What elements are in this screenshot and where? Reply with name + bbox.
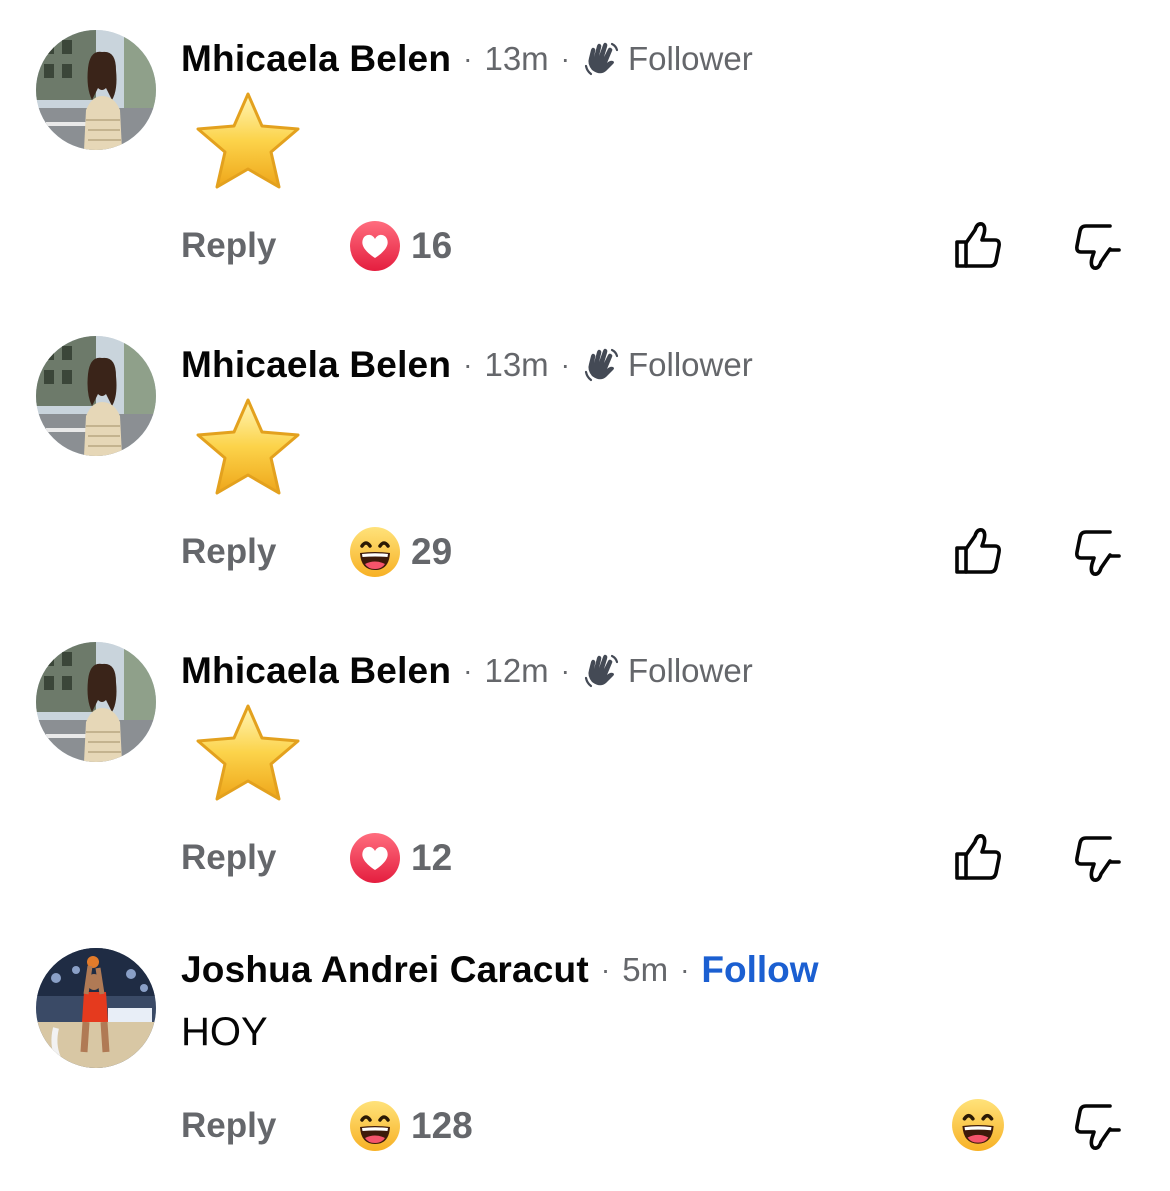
thumbs-up-icon[interactable] xyxy=(951,830,1005,884)
reaction-summary[interactable]: 29 xyxy=(349,524,452,580)
haha-reaction-icon[interactable] xyxy=(951,1098,1005,1152)
reaction-count: 16 xyxy=(411,225,453,266)
star-emoji xyxy=(194,90,302,190)
reaction-count: 12 xyxy=(411,837,453,878)
thumbs-down-icon[interactable] xyxy=(1071,526,1125,580)
follower-badge-label: Follower xyxy=(628,40,753,77)
separator-dot: · xyxy=(600,954,611,985)
follow-button[interactable]: Follow xyxy=(701,949,818,991)
separator-dot: · xyxy=(463,43,473,74)
timestamp[interactable]: 13m xyxy=(484,346,548,384)
comment-actions: Reply 12 xyxy=(181,830,1131,886)
wave-hand-icon xyxy=(582,40,620,78)
haha-reaction-icon xyxy=(349,526,401,578)
comment-actions: Reply 128 xyxy=(181,1098,1131,1154)
thumbs-up-icon[interactable] xyxy=(951,218,1005,272)
thumbs-up-icon[interactable] xyxy=(951,524,1005,578)
star-emoji xyxy=(194,396,302,496)
thumbs-down-icon[interactable] xyxy=(1071,832,1125,886)
avatar[interactable] xyxy=(36,642,156,762)
wave-hand-icon xyxy=(582,652,620,690)
reply-button[interactable]: Reply xyxy=(181,226,276,266)
comment-actions: Reply 16 xyxy=(181,218,1131,274)
haha-reaction-icon xyxy=(349,1100,401,1152)
author-name[interactable]: Joshua Andrei Caracut xyxy=(181,949,589,991)
comment-header: Mhicaela Belen · 13m · Follower xyxy=(181,34,753,84)
author-name[interactable]: Mhicaela Belen xyxy=(181,344,451,386)
love-reaction-icon xyxy=(349,220,401,272)
reaction-summary[interactable]: 128 xyxy=(349,1098,473,1154)
avatar[interactable] xyxy=(36,30,156,150)
comment-header: Mhicaela Belen · 13m · Follower xyxy=(181,340,753,390)
reply-button[interactable]: Reply xyxy=(181,838,276,878)
timestamp[interactable]: 12m xyxy=(484,652,548,690)
timestamp[interactable]: 13m xyxy=(484,40,548,78)
avatar-image xyxy=(36,30,156,150)
wave-hand-icon xyxy=(582,346,620,384)
reply-button[interactable]: Reply xyxy=(181,1106,276,1146)
author-name[interactable]: Mhicaela Belen xyxy=(181,38,451,80)
follower-badge-label: Follower xyxy=(628,346,753,383)
star-emoji xyxy=(194,702,302,802)
reaction-summary[interactable]: 12 xyxy=(349,830,452,886)
avatar-image xyxy=(36,948,156,1068)
reaction-count: 29 xyxy=(411,531,453,572)
avatar-image xyxy=(36,642,156,762)
reaction-count: 128 xyxy=(411,1105,473,1146)
avatar[interactable] xyxy=(36,336,156,456)
timestamp[interactable]: 5m xyxy=(622,951,668,989)
author-name[interactable]: Mhicaela Belen xyxy=(181,650,451,692)
thumbs-down-icon[interactable] xyxy=(1071,220,1125,274)
avatar[interactable] xyxy=(36,948,156,1068)
separator-dot: · xyxy=(463,655,473,686)
avatar-image xyxy=(36,336,156,456)
comment-header: Mhicaela Belen · 12m · Follower xyxy=(181,646,753,696)
separator-dot: · xyxy=(463,349,473,380)
thumbs-down-icon[interactable] xyxy=(1071,1100,1125,1154)
follower-badge-label: Follower xyxy=(628,652,753,689)
reply-button[interactable]: Reply xyxy=(181,532,276,572)
comment-header: Joshua Andrei Caracut · 5m · Follow xyxy=(181,945,819,995)
reaction-summary[interactable]: 16 xyxy=(349,218,452,274)
love-reaction-icon xyxy=(349,832,401,884)
separator-dot: · xyxy=(560,655,570,686)
comment-actions: Reply 29 xyxy=(181,524,1131,580)
separator-dot: · xyxy=(680,954,690,985)
comment-text: HOY xyxy=(181,1010,268,1054)
separator-dot: · xyxy=(560,43,570,74)
separator-dot: · xyxy=(560,349,570,380)
